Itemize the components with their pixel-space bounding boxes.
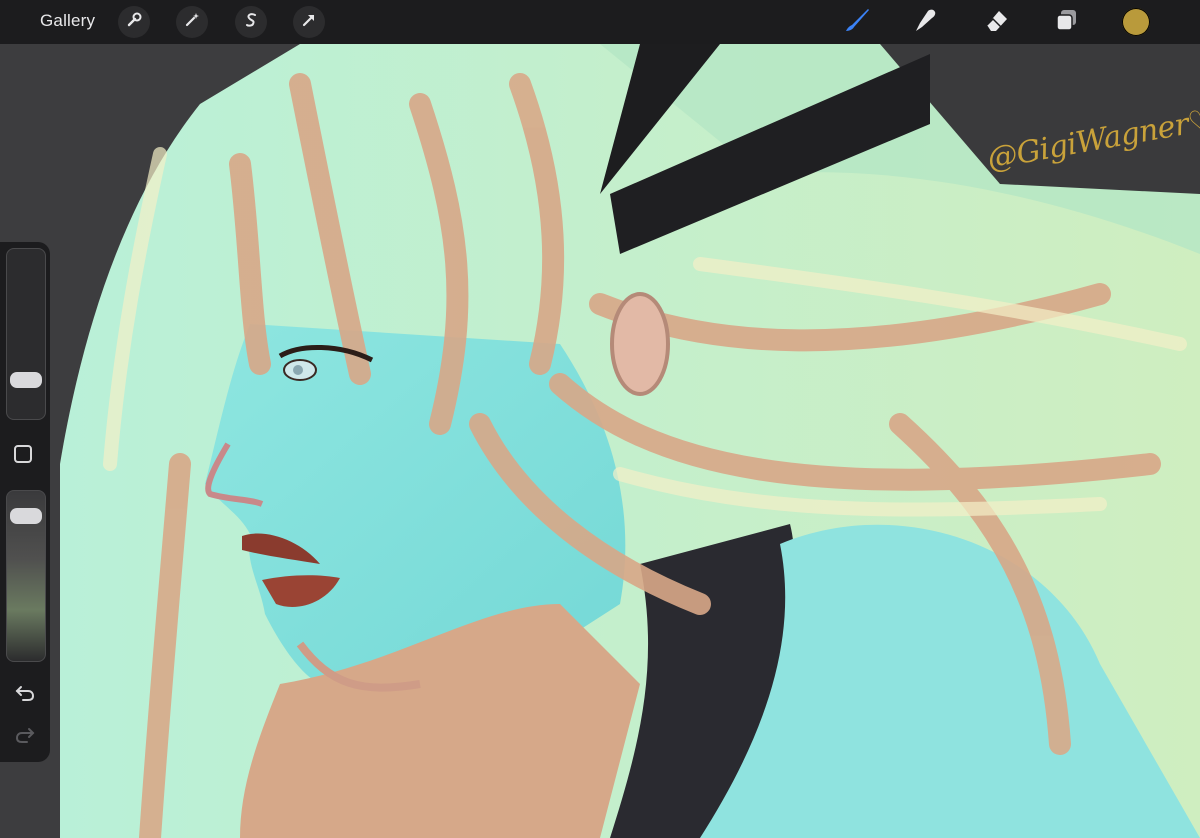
redo-button[interactable] — [12, 726, 38, 748]
drawing-canvas[interactable]: @GigiWagner♡ — [0, 44, 1200, 838]
color-picker-button[interactable] — [1122, 8, 1150, 36]
gallery-button[interactable]: Gallery — [40, 11, 95, 31]
transform-button[interactable] — [293, 6, 325, 38]
brush-size-slider[interactable] — [6, 248, 46, 420]
left-sidebar — [0, 242, 50, 762]
opacity-slider[interactable] — [6, 490, 46, 662]
brush-tool-button[interactable] — [840, 6, 874, 38]
selection-s-icon — [242, 11, 260, 34]
layers-button[interactable] — [1050, 6, 1084, 38]
modifier-button[interactable] — [14, 445, 32, 463]
undo-button[interactable] — [12, 684, 38, 706]
selection-button[interactable] — [235, 6, 267, 38]
actions-button[interactable] — [118, 6, 150, 38]
layers-icon — [1052, 5, 1082, 40]
adjustments-button[interactable] — [176, 6, 208, 38]
brush-icon — [842, 5, 872, 40]
magic-wand-icon — [183, 11, 201, 34]
undo-icon — [14, 684, 36, 707]
smudge-icon — [910, 5, 940, 40]
eraser-icon — [982, 5, 1012, 40]
redo-icon — [14, 726, 36, 749]
brush-size-thumb[interactable] — [10, 372, 42, 389]
transform-arrow-icon — [300, 11, 318, 34]
top-toolbar: Gallery — [0, 0, 1200, 44]
eraser-tool-button[interactable] — [980, 6, 1014, 38]
wrench-icon — [125, 11, 143, 34]
opacity-thumb[interactable] — [10, 507, 42, 524]
smudge-tool-button[interactable] — [908, 6, 942, 38]
